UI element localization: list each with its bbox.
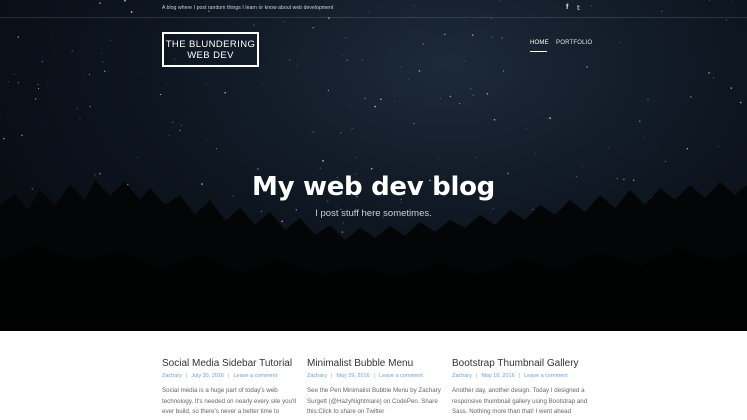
post-card: Minimalist Bubble Menu Zachary | May 29, 2… [307, 358, 447, 418]
top-bar [0, 0, 747, 18]
post-title[interactable]: Bootstrap Thumbnail Gallery [452, 358, 592, 369]
post-date[interactable]: May 18, 2016 [481, 373, 514, 379]
site-logo[interactable]: THE BLUNDERING WEB DEV [162, 32, 259, 67]
nav-portfolio[interactable]: PORTFOLIO [556, 40, 592, 46]
twitter-icon[interactable]: 𝕥 [577, 4, 580, 12]
post-date[interactable]: July 30, 2016 [191, 373, 224, 379]
post-card: Bootstrap Thumbnail Gallery Zachary | May … [452, 358, 592, 418]
post-excerpt: See the Pen Minimalist Bubble Menu by Za… [307, 387, 441, 415]
nav-active-indicator [530, 51, 547, 52]
post-excerpt: Social media is a huge part of today's w… [162, 387, 296, 415]
nav-home[interactable]: HOME [530, 40, 549, 46]
post-title[interactable]: Minimalist Bubble Menu [307, 358, 447, 369]
post-title[interactable]: Social Media Sidebar Tutorial [162, 358, 302, 369]
site-tagline: A blog where I post random things I lear… [162, 5, 334, 11]
post-meta: Zachary | May 29, 2016 | Leave a comment [307, 373, 423, 379]
post-card: Social Media Sidebar Tutorial Zachary | Ju… [162, 358, 302, 418]
post-author[interactable]: Zachary [307, 373, 327, 379]
night-sky-background [0, 0, 747, 331]
leave-comment-link[interactable]: Leave a comment [233, 373, 277, 379]
leave-comment-link[interactable]: Leave a comment [524, 373, 568, 379]
hero-title: My web dev blog [252, 172, 495, 202]
post-author[interactable]: Zachary [162, 373, 182, 379]
facebook-icon[interactable]: f [566, 4, 568, 11]
posts-section: Social Media Sidebar Tutorial Zachary | Ju… [0, 331, 747, 420]
hero-section: A blog where I post random things I lear… [0, 0, 747, 331]
post-meta: Zachary | May 18, 2016 | Leave a comment [452, 373, 568, 379]
post-meta: Zachary | July 30, 2016 | Leave a comment [162, 373, 278, 379]
logo-line-1: THE BLUNDERING [165, 39, 256, 50]
post-author[interactable]: Zachary [452, 373, 472, 379]
logo-line-2: WEB DEV [187, 50, 234, 61]
post-date[interactable]: May 29, 2016 [336, 373, 369, 379]
hero-subtitle: I post stuff here sometimes. [315, 208, 432, 219]
leave-comment-link[interactable]: Leave a comment [379, 373, 423, 379]
post-excerpt: Another day, another design. Today I des… [452, 387, 588, 415]
